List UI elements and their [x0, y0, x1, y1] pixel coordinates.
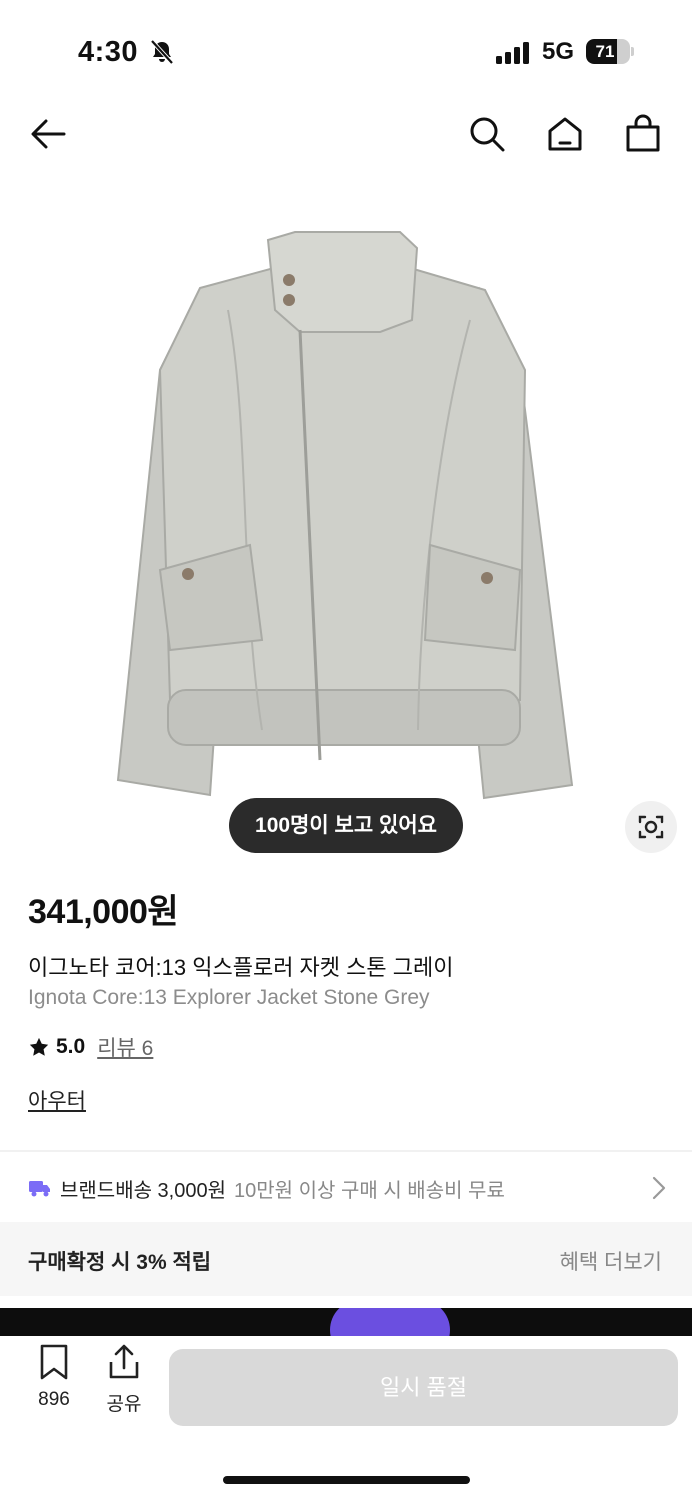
free-shipping-note: 10만원 이상 구매 시 배송비 무료 [234, 1179, 505, 1202]
battery-icon: 71 [586, 39, 634, 64]
product-image[interactable] [0, 170, 692, 860]
star-icon [29, 1037, 49, 1056]
jacket-illustration [116, 231, 574, 800]
product-price: 341,000원 [28, 893, 179, 931]
banner-graphic [330, 1308, 450, 1336]
home-button[interactable] [543, 112, 587, 156]
search-button[interactable] [465, 112, 509, 156]
shipping-fee: 브랜드배송 3,000원 [60, 1179, 227, 1202]
image-search-button[interactable] [625, 801, 677, 853]
search-icon [470, 117, 505, 152]
section-divider [0, 1150, 692, 1152]
rating-row: 5.0 리뷰 6 [28, 1033, 153, 1061]
back-button[interactable] [26, 112, 70, 156]
product-title-english: Ignota Core:13 Explorer Jacket Stone Gre… [28, 986, 430, 1009]
share-button[interactable]: 공유 [98, 1344, 150, 1420]
bottom-action-bar: 896 공유 일시 품절 [0, 1336, 692, 1500]
banner-strip [0, 1308, 692, 1336]
home-icon [548, 117, 582, 151]
chevron-right-icon [652, 1176, 666, 1200]
rating-value: 5.0 [56, 1035, 86, 1058]
review-link[interactable]: 리뷰 6 [97, 1032, 153, 1062]
signal-icon [496, 42, 529, 64]
shipping-info-row[interactable]: 브랜드배송 3,000원 10만원 이상 구매 시 배송비 무료 [0, 1158, 692, 1218]
category-link[interactable]: 아우터 [28, 1085, 86, 1115]
bookmark-button[interactable]: 896 [28, 1344, 80, 1420]
bookmark-count: 896 [38, 1389, 70, 1410]
lens-search-icon [638, 815, 664, 839]
top-nav [0, 100, 692, 170]
bookmark-icon [40, 1344, 68, 1380]
share-label: 공유 [106, 1394, 142, 1415]
more-benefits-link[interactable]: 혜택 더보기 [560, 1246, 662, 1276]
status-bar: 4:30 5G 71 [0, 0, 692, 100]
home-indicator[interactable] [223, 1476, 470, 1484]
viewers-badge: 100명이 보고 있어요 [229, 798, 463, 853]
shopping-bag-icon [626, 114, 660, 152]
network-type: 5G [542, 38, 575, 65]
arrow-left-icon [31, 119, 66, 149]
benefit-row: 구매확정 시 3% 적립 혜택 더보기 [0, 1222, 692, 1296]
reward-points-text: 구매확정 시 3% 적립 [28, 1251, 212, 1274]
sold-out-button[interactable]: 일시 품절 [169, 1349, 678, 1426]
truck-icon [29, 1181, 50, 1197]
cart-button[interactable] [621, 112, 665, 156]
status-time: 4:30 [78, 36, 139, 68]
bell-off-icon [150, 39, 174, 65]
product-title: 이그노타 코어:13 익스플로러 자켓 스톤 그레이 [28, 955, 454, 980]
battery-level: 71 [595, 42, 615, 61]
share-icon [109, 1344, 139, 1379]
